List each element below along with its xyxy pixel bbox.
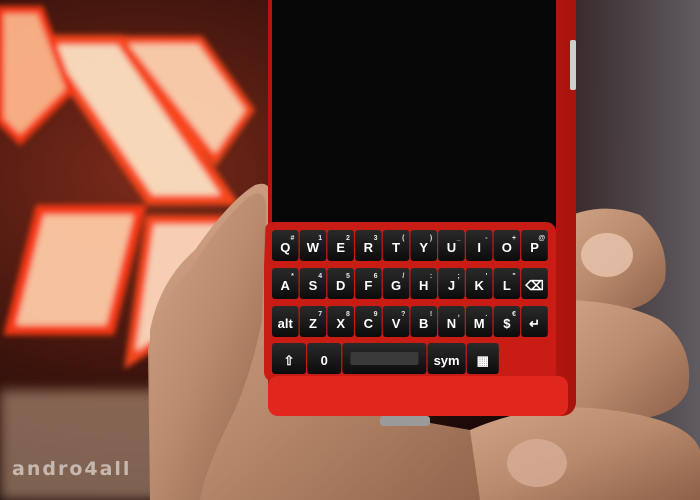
key-2-9[interactable]: ↵ — [521, 306, 548, 337]
key-sub-label: ? — [401, 311, 405, 318]
key-label: E — [336, 240, 345, 255]
key-label: M — [474, 316, 485, 331]
key-2-1[interactable]: Z7 — [299, 306, 327, 337]
key-1-5[interactable]: H: — [410, 268, 438, 299]
key-2-5[interactable]: B! — [410, 306, 438, 337]
key-label: sym — [434, 353, 460, 368]
key-label: V — [392, 316, 401, 331]
key-sub-label: 5 — [346, 273, 350, 280]
key-sub-label: , — [458, 311, 460, 318]
key-label: T — [392, 240, 400, 255]
key-sub-label: ! — [430, 311, 432, 318]
key-2-7[interactable]: M. — [465, 306, 493, 337]
key-label: ↵ — [529, 316, 540, 331]
key-label: C — [364, 316, 374, 331]
watermark: andro4all — [12, 458, 132, 480]
key-0-8[interactable]: O+ — [493, 230, 521, 261]
key-sub-label: . — [485, 311, 487, 318]
key-sub-label: 3 — [374, 235, 378, 242]
key-0-9[interactable]: P@ — [521, 230, 548, 261]
key-3-0[interactable]: ⇧ — [272, 343, 306, 374]
key-label: ⇧ — [284, 353, 295, 368]
key-label: Q — [280, 240, 290, 255]
key-label: 0 — [321, 353, 328, 368]
key-label: I — [477, 240, 481, 255]
key-label: G — [391, 278, 401, 293]
key-label: Z — [309, 316, 317, 331]
key-label: Y — [419, 240, 428, 255]
key-1-0[interactable]: A* — [272, 268, 299, 299]
key-sub-label: 4 — [318, 273, 322, 280]
key-2-6[interactable]: N, — [438, 306, 465, 337]
key-sub-label: / — [402, 273, 404, 280]
key-sub-label: ) — [430, 235, 432, 242]
key-2-8[interactable]: $€ — [493, 306, 521, 337]
key-1-2[interactable]: D5 — [327, 268, 354, 299]
key-label: ⌫ — [524, 278, 543, 293]
key-2-0[interactable]: alt — [272, 306, 299, 337]
key-sub-label: @ — [538, 235, 545, 242]
key-label: H — [419, 278, 428, 293]
key-sub-label: 6 — [374, 273, 378, 280]
key-label: X — [336, 316, 345, 331]
key-sub-label: _ — [456, 235, 461, 242]
key-3-2[interactable] — [342, 343, 427, 374]
space-bar-indicator — [350, 352, 419, 365]
key-sub-label: 7 — [318, 311, 322, 318]
key-0-1[interactable]: W1 — [299, 230, 327, 261]
key-label: L — [503, 278, 511, 293]
key-1-7[interactable]: K' — [465, 268, 493, 299]
key-label: U — [447, 240, 456, 255]
key-3-1[interactable]: 0 — [307, 343, 342, 374]
key-3-4[interactable]: ▦ — [466, 343, 499, 374]
key-label: O — [502, 240, 512, 255]
key-sub-label: * — [291, 273, 294, 280]
key-0-5[interactable]: Y) — [410, 230, 438, 261]
key-0-3[interactable]: R3 — [355, 230, 382, 261]
key-1-6[interactable]: J; — [438, 268, 465, 299]
key-sub-label: # — [291, 235, 295, 242]
key-label: S — [309, 278, 318, 293]
key-2-3[interactable]: C9 — [355, 306, 382, 337]
key-1-1[interactable]: S4 — [299, 268, 327, 299]
key-0-2[interactable]: E2 — [327, 230, 354, 261]
key-0-4[interactable]: T( — [382, 230, 410, 261]
key-label: W — [307, 240, 320, 255]
phone-screen — [272, 0, 556, 234]
key-label: $ — [503, 316, 511, 331]
key-label: K — [474, 278, 484, 293]
key-0-0[interactable]: Q# — [272, 230, 299, 261]
key-2-4[interactable]: V? — [382, 306, 410, 337]
key-label: ▦ — [477, 353, 489, 368]
side-button — [570, 40, 576, 90]
key-sub-label: 2 — [346, 235, 350, 242]
key-label: P — [530, 240, 539, 255]
usb-port — [380, 416, 430, 426]
key-label: F — [364, 278, 372, 293]
key-sub-label: " — [512, 273, 515, 280]
key-label: R — [364, 240, 374, 255]
key-sub-label: : — [430, 273, 432, 280]
key-2-2[interactable]: X8 — [327, 306, 354, 337]
key-0-6[interactable]: U_ — [438, 230, 465, 261]
key-label: D — [336, 278, 345, 293]
key-sub-label: ; — [458, 273, 460, 280]
key-1-3[interactable]: F6 — [355, 268, 382, 299]
key-label: A — [281, 278, 291, 293]
key-sub-label: € — [512, 311, 516, 318]
key-label: alt — [278, 316, 294, 331]
key-sub-label: 9 — [374, 311, 378, 318]
key-3-3[interactable]: sym — [427, 343, 466, 374]
key-1-4[interactable]: G/ — [382, 268, 410, 299]
key-sub-label: 8 — [346, 311, 350, 318]
key-1-9[interactable]: ⌫ — [521, 268, 548, 299]
key-0-7[interactable]: I- — [465, 230, 493, 261]
key-label: N — [447, 316, 456, 331]
key-label: B — [419, 316, 428, 331]
key-sub-label: 1 — [318, 235, 322, 242]
key-label: J — [448, 278, 455, 293]
key-1-8[interactable]: L" — [493, 268, 521, 299]
photo-scene: Q#W1E2R3T(Y)U_I-O+P@A*S4D5F6G/H:J;K'L"⌫a… — [0, 0, 700, 500]
key-sub-label: + — [512, 235, 516, 242]
